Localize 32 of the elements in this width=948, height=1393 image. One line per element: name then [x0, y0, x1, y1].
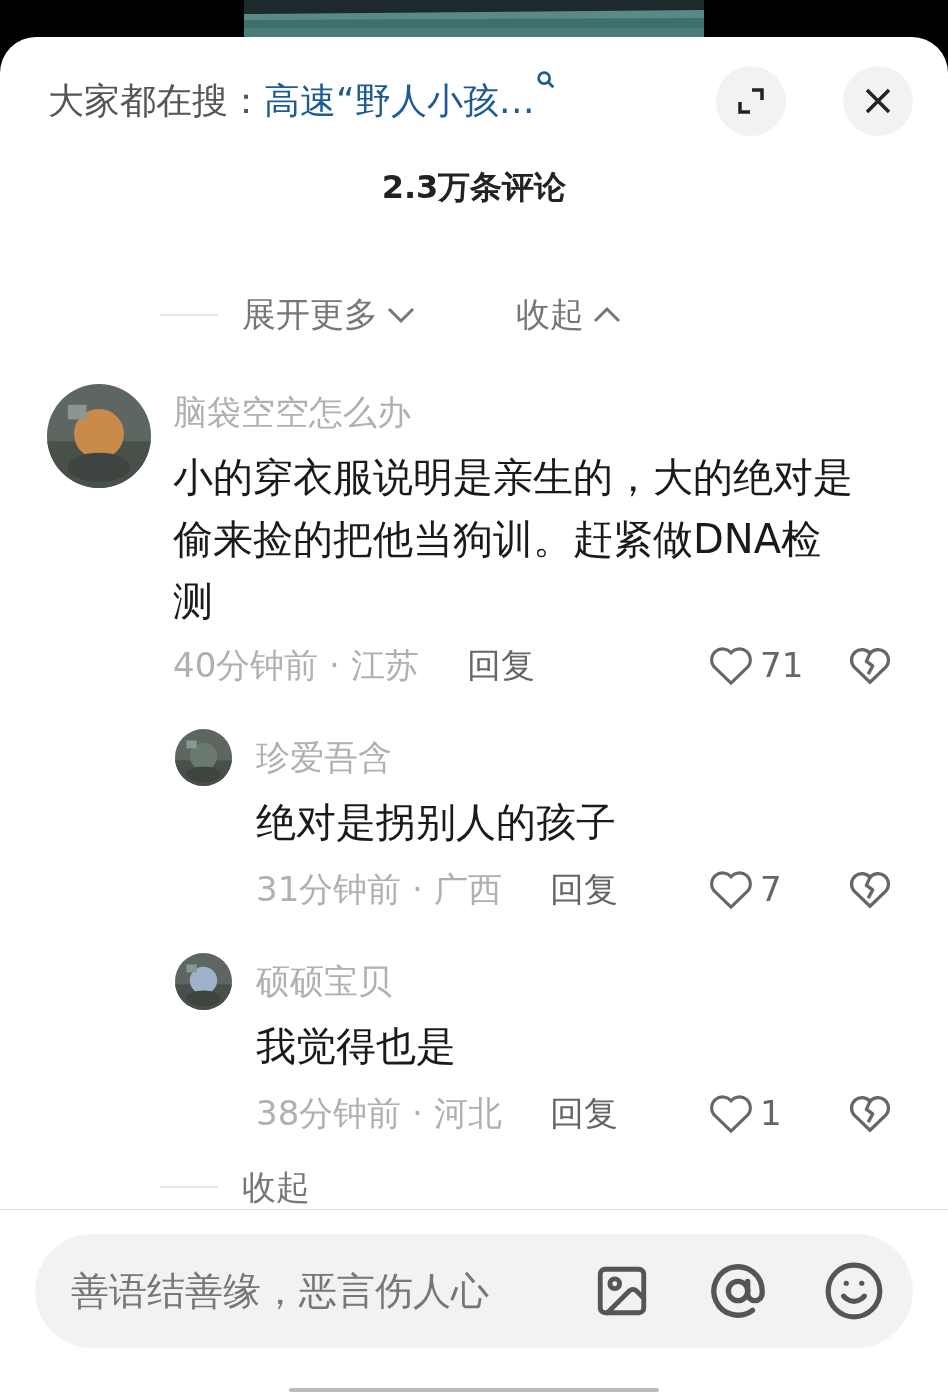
search-icon[interactable] — [534, 69, 557, 91]
broken-heart-icon[interactable] — [848, 645, 892, 685]
expand-more-button[interactable]: 展开更多 — [242, 289, 416, 340]
trending-search-link[interactable]: 高速“野人小孩… — [264, 74, 535, 128]
heart-icon[interactable] — [708, 868, 754, 910]
collapse-button[interactable]: 收起 — [242, 1165, 310, 1209]
like-count: 7 — [760, 868, 783, 911]
like-count: 1 — [760, 1092, 783, 1135]
comment-count: 2.3万条评论 — [381, 167, 567, 208]
trending-label: 大家都在搜： — [48, 79, 264, 123]
emoji-icon[interactable] — [823, 1260, 885, 1322]
reply-link[interactable]: 回复 — [466, 637, 535, 693]
comment-time-location: 31分钟前 · 广西 — [256, 868, 502, 911]
comment-time-location: 38分钟前 · 河北 — [256, 1092, 502, 1135]
chevron-up-icon — [592, 304, 622, 325]
expand-icon — [735, 85, 767, 117]
mention-icon[interactable] — [709, 1262, 767, 1320]
comment-text: 小的穿衣服说明是亲生的，大的绝对是偷来捡的把他当狗训。赶紧做DNA检测 — [173, 453, 853, 626]
collapse-button[interactable]: 收起 — [516, 289, 622, 340]
reply-link[interactable]: 回复 — [549, 1085, 618, 1141]
heart-icon[interactable] — [708, 1092, 754, 1134]
comment-time-location: 40分钟前 · 江苏 — [173, 644, 419, 687]
comment-text: 我觉得也是 — [256, 1022, 457, 1071]
reply-link[interactable]: 回复 — [549, 861, 618, 917]
broken-heart-icon[interactable] — [848, 1093, 892, 1133]
like-count: 71 — [760, 644, 804, 687]
comment-input-field[interactable]: 善语结善缘，恶言伤人心 — [35, 1234, 913, 1348]
comment-input[interactable]: 善语结善缘，恶言伤人心 — [71, 1261, 577, 1321]
heart-icon[interactable] — [708, 644, 754, 686]
close-icon — [864, 87, 892, 115]
comment-text: 绝对是拐别人的孩子 — [256, 798, 617, 847]
broken-heart-icon[interactable] — [848, 869, 892, 909]
